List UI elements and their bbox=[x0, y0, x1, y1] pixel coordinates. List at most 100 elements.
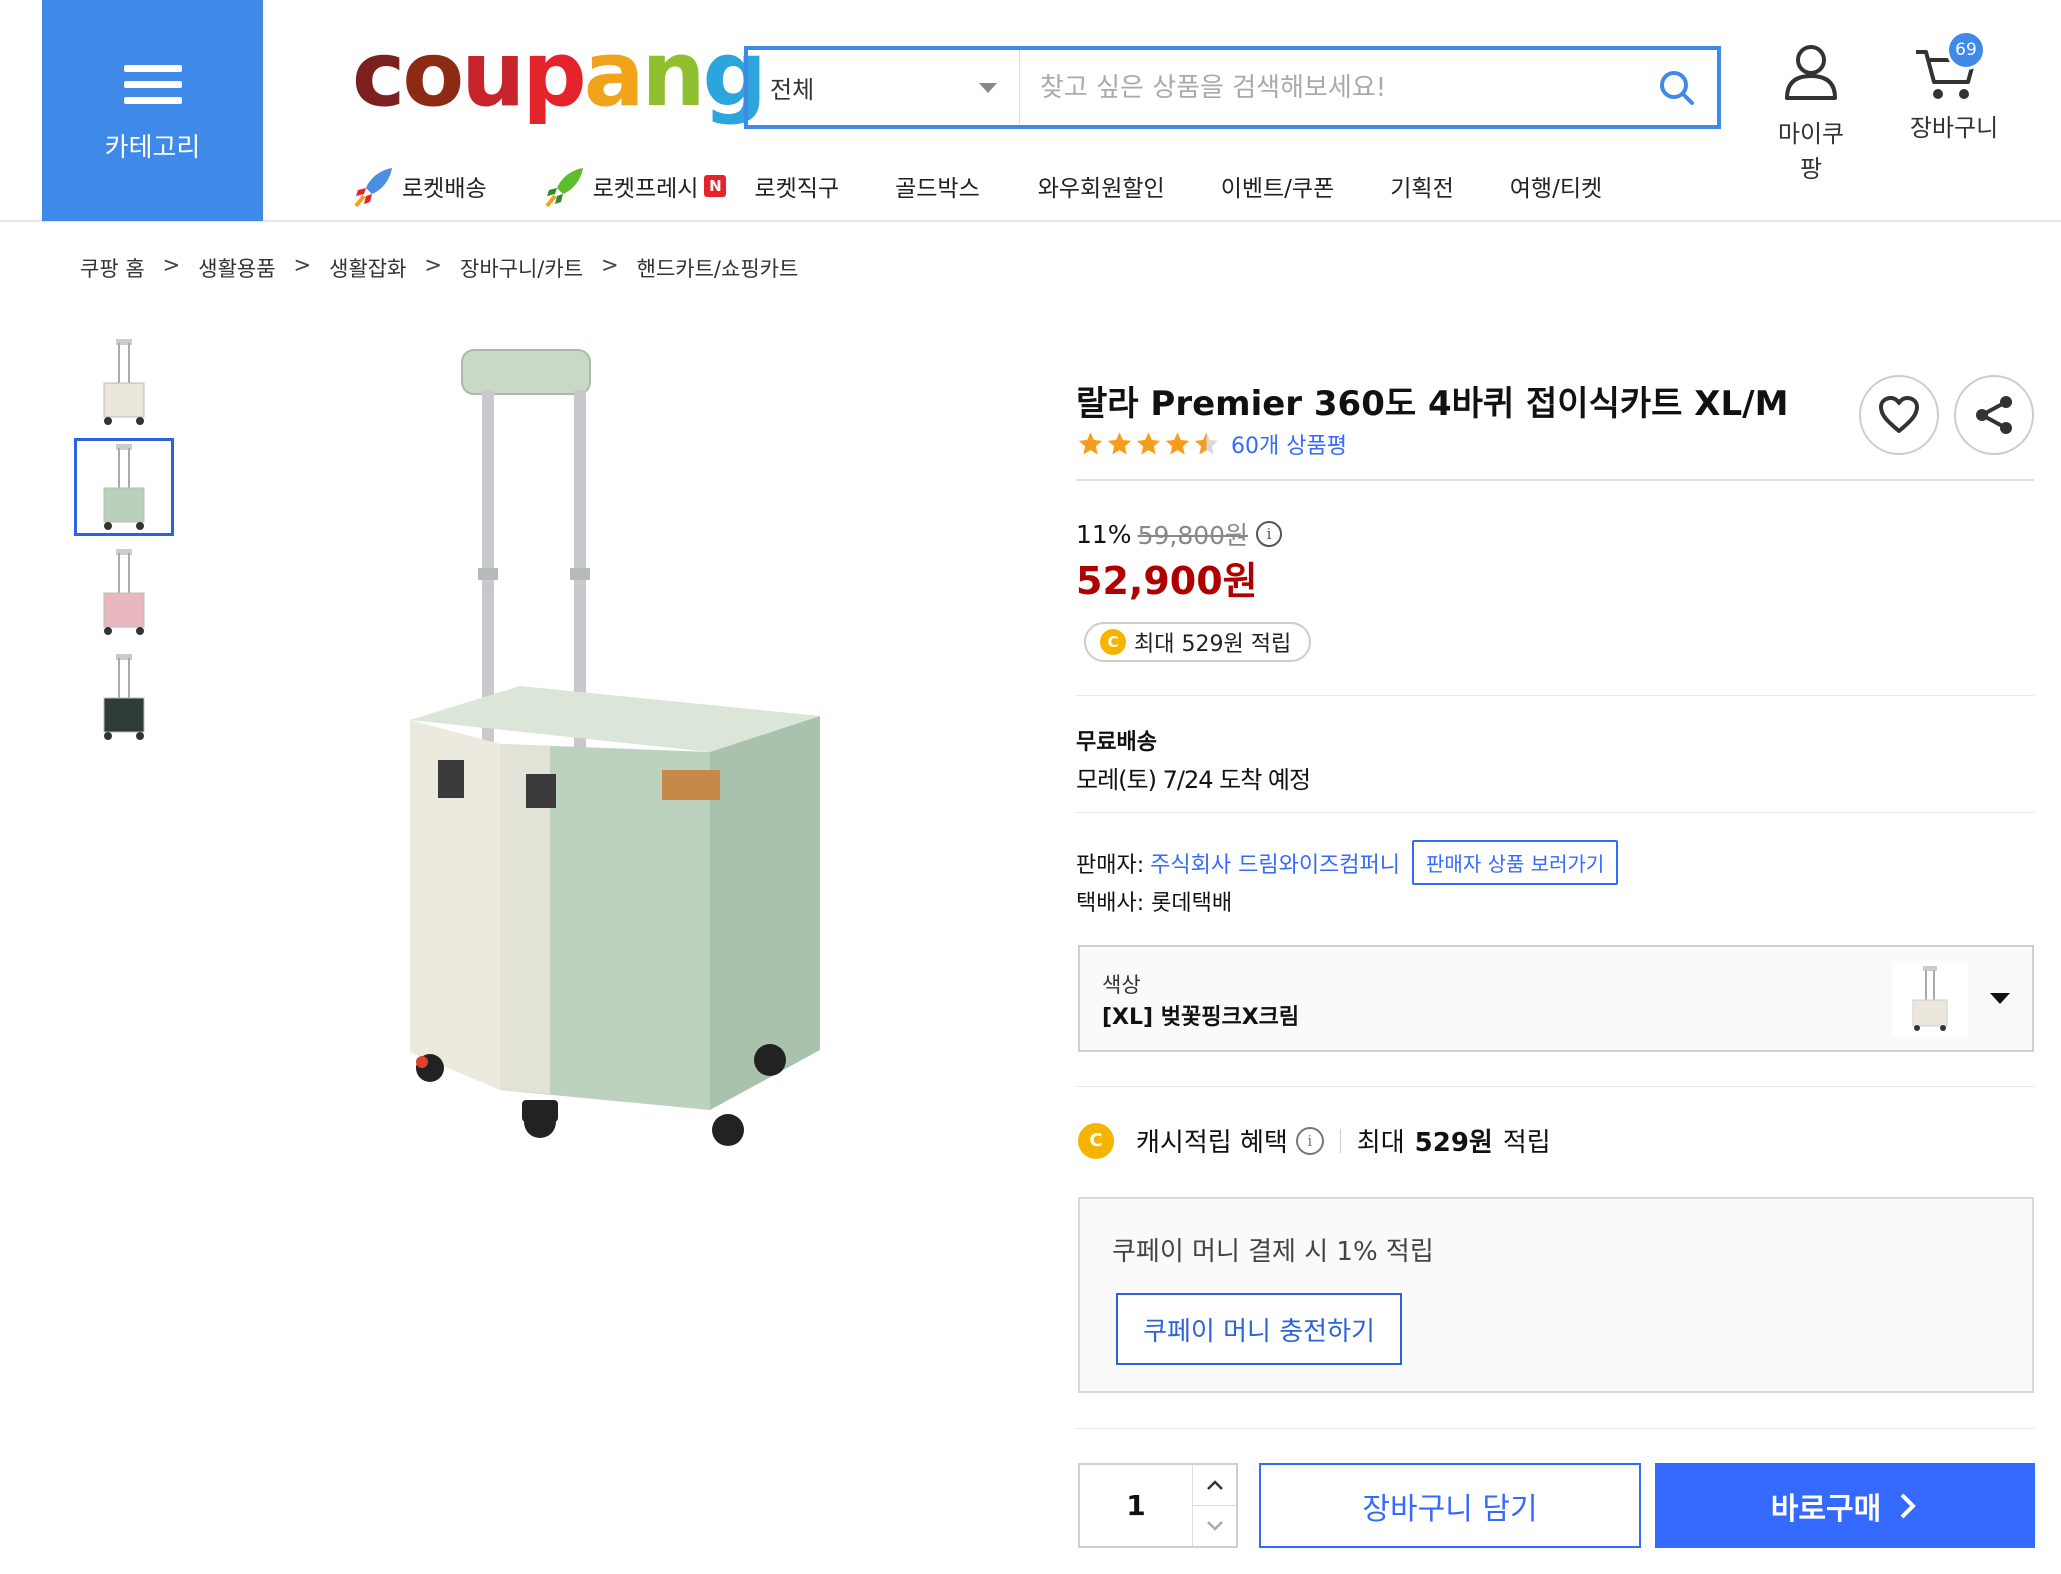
discount-rate: 11% bbox=[1076, 519, 1132, 549]
thumbnail-cream[interactable] bbox=[74, 333, 174, 431]
quantity-steps bbox=[1192, 1465, 1236, 1546]
nav-wow-discount[interactable]: 와우회원할인 bbox=[1038, 169, 1165, 203]
nav-label: 여행/티켓 bbox=[1509, 176, 1603, 202]
nav-label: 로켓직구 bbox=[754, 176, 840, 202]
chevron-down-icon bbox=[979, 82, 997, 93]
buy-now-label: 바로구매 bbox=[1770, 1491, 1882, 1527]
cart-label: 장바구니 bbox=[1909, 114, 1999, 142]
chevron-down-icon bbox=[1990, 993, 2010, 1004]
discount-row: 11% 59,800원 i bbox=[1076, 516, 1283, 552]
divider bbox=[1076, 479, 2034, 481]
nav-rocket-fresh[interactable]: 로켓프레시 N bbox=[543, 164, 727, 208]
info-icon[interactable]: i bbox=[1256, 521, 1283, 547]
option-value: [XL] 벚꽃핑크X크림 bbox=[1102, 1005, 1300, 1030]
rating-stars bbox=[1076, 430, 1221, 458]
shipping-eta: 모레(토) 7/24 도착 예정 bbox=[1076, 766, 1311, 794]
breadcrumb-separator: > bbox=[293, 253, 312, 277]
seller-name-link[interactable]: 주식회사 드림와이즈컴퍼니 bbox=[1150, 847, 1400, 879]
breadcrumb-link[interactable]: 장바구니/카트 bbox=[460, 253, 583, 283]
divider bbox=[1076, 812, 2034, 813]
buy-now-button[interactable]: 바로구매 bbox=[1655, 1463, 2035, 1548]
nav-label: 와우회원할인 bbox=[1037, 176, 1165, 202]
search-scope-select[interactable]: 전체 bbox=[748, 50, 1020, 125]
increase-button[interactable] bbox=[1193, 1465, 1236, 1505]
nav-goldbox[interactable]: 골드박스 bbox=[895, 169, 980, 203]
thumbnail-mint[interactable] bbox=[74, 438, 174, 536]
product-main-image[interactable] bbox=[390, 340, 840, 1160]
search-input[interactable] bbox=[1020, 50, 1637, 125]
cash-reward-text: 최대 529원 적립 bbox=[1134, 632, 1292, 657]
color-option-select[interactable]: 색상 [XL] 벚꽃핑크X크림 bbox=[1078, 945, 2034, 1052]
site-header: 카테고리 coupang 전체 마이쿠팡 69 bbox=[0, 0, 2061, 222]
thumbnail-image bbox=[103, 549, 145, 635]
coupay-box: 쿠페이 머니 결제 시 1% 적립 쿠페이 머니 충전하기 bbox=[1078, 1197, 2034, 1393]
option-label: 색상 bbox=[1102, 973, 1141, 997]
divider bbox=[1076, 695, 2034, 696]
breadcrumb: 쿠팡 홈 > 생활용품 > 생활잡화 > 장바구니/카트 > 핸드카트/쇼핑카트 bbox=[80, 253, 798, 283]
star-icon bbox=[1078, 432, 1103, 455]
nav-travel-tickets[interactable]: 여행/티켓 bbox=[1510, 169, 1602, 203]
breadcrumb-link[interactable]: 생활잡화 bbox=[329, 253, 406, 283]
nav-label: 골드박스 bbox=[895, 176, 980, 202]
coupay-text: 쿠페이 머니 결제 시 1% 적립 bbox=[1112, 1237, 1434, 1267]
quantity-stepper[interactable]: 1 bbox=[1078, 1463, 1238, 1548]
add-to-cart-button[interactable]: 장바구니 담기 bbox=[1259, 1463, 1641, 1548]
heart-icon bbox=[1879, 396, 1919, 433]
cash-benefit-prefix: 최대 bbox=[1356, 1128, 1405, 1158]
nav-rocket-delivery[interactable]: 로켓배송 bbox=[352, 164, 487, 208]
thumbnail-image bbox=[103, 654, 145, 740]
thumbnail-pink[interactable] bbox=[74, 543, 174, 641]
star-icon bbox=[1165, 432, 1190, 455]
search-scope-value: 전체 bbox=[770, 76, 815, 104]
main-nav: 로켓배송 로켓프레시 N 로켓직구 골드박스 와우회원할인 이벤트/쿠폰 기획전… bbox=[352, 160, 1658, 212]
quantity-value[interactable]: 1 bbox=[1080, 1465, 1192, 1546]
original-price: 59,800원 bbox=[1137, 521, 1249, 550]
nav-label: 이벤트/쿠폰 bbox=[1220, 176, 1335, 202]
product-rating[interactable]: 60개 상품평 bbox=[1076, 428, 1347, 460]
star-icon bbox=[1107, 432, 1132, 455]
breadcrumb-link[interactable]: 쿠팡 홈 bbox=[80, 253, 145, 283]
breadcrumb-link[interactable]: 핸드카트/쇼핑카트 bbox=[637, 253, 799, 283]
share-icon bbox=[1976, 396, 2012, 434]
cash-benefit-row: C 캐시적립 혜택 i 최대 529원 적립 bbox=[1078, 1122, 1551, 1159]
coupang-logo[interactable]: coupang bbox=[352, 30, 767, 120]
breadcrumb-link[interactable]: 생활용품 bbox=[198, 253, 275, 283]
my-coupang-button[interactable]: 마이쿠팡 bbox=[1768, 42, 1854, 184]
review-count-link[interactable]: 60개 상품평 bbox=[1231, 428, 1347, 460]
breadcrumb-separator: > bbox=[601, 253, 619, 277]
thumbnail-dark-green[interactable] bbox=[74, 648, 174, 746]
category-label: 카테고리 bbox=[104, 133, 201, 163]
seller-label: 판매자: bbox=[1076, 852, 1145, 878]
divider bbox=[1076, 1428, 2034, 1429]
star-icon bbox=[1136, 432, 1161, 455]
search-icon bbox=[1660, 70, 1694, 105]
cart-button[interactable]: 69 장바구니 bbox=[1906, 30, 2002, 143]
nav-rocket-direct[interactable]: 로켓직구 bbox=[754, 169, 839, 203]
category-menu-button[interactable]: 카테고리 bbox=[42, 0, 263, 221]
info-icon[interactable]: i bbox=[1295, 1126, 1324, 1155]
courier-info: 택배사: 롯데택배 bbox=[1076, 891, 1233, 916]
cash-benefit-suffix: 적립 bbox=[1502, 1128, 1551, 1158]
nav-events-coupons[interactable]: 이벤트/쿠폰 bbox=[1221, 169, 1335, 203]
my-coupang-label: 마이쿠팡 bbox=[1777, 120, 1845, 183]
wishlist-button[interactable] bbox=[1859, 375, 1939, 455]
user-icon bbox=[1785, 45, 1837, 100]
share-button[interactable] bbox=[1954, 375, 2034, 455]
star-icon bbox=[1194, 432, 1219, 455]
hamburger-icon bbox=[123, 65, 182, 105]
nav-label: 로켓배송 bbox=[402, 176, 487, 202]
product-title: 랄라 Premier 360도 4바퀴 접이식카트 XL/M bbox=[1076, 384, 1789, 424]
seller-products-button[interactable]: 판매자 상품 보러가기 bbox=[1412, 840, 1619, 885]
thumbnail-image bbox=[103, 444, 145, 530]
search-button[interactable] bbox=[1637, 50, 1717, 125]
coupay-charge-button[interactable]: 쿠페이 머니 충전하기 bbox=[1116, 1293, 1402, 1365]
new-badge: N bbox=[704, 175, 727, 197]
nav-label: 로켓프레시 bbox=[592, 176, 699, 202]
breadcrumb-separator: > bbox=[162, 253, 181, 277]
separator bbox=[1339, 1128, 1341, 1153]
breadcrumb-separator: > bbox=[424, 253, 443, 277]
shipping-title: 무료배송 bbox=[1076, 730, 1157, 755]
decrease-button[interactable] bbox=[1193, 1505, 1236, 1546]
nav-promotions[interactable]: 기획전 bbox=[1390, 169, 1453, 203]
rocket-icon bbox=[354, 168, 392, 208]
